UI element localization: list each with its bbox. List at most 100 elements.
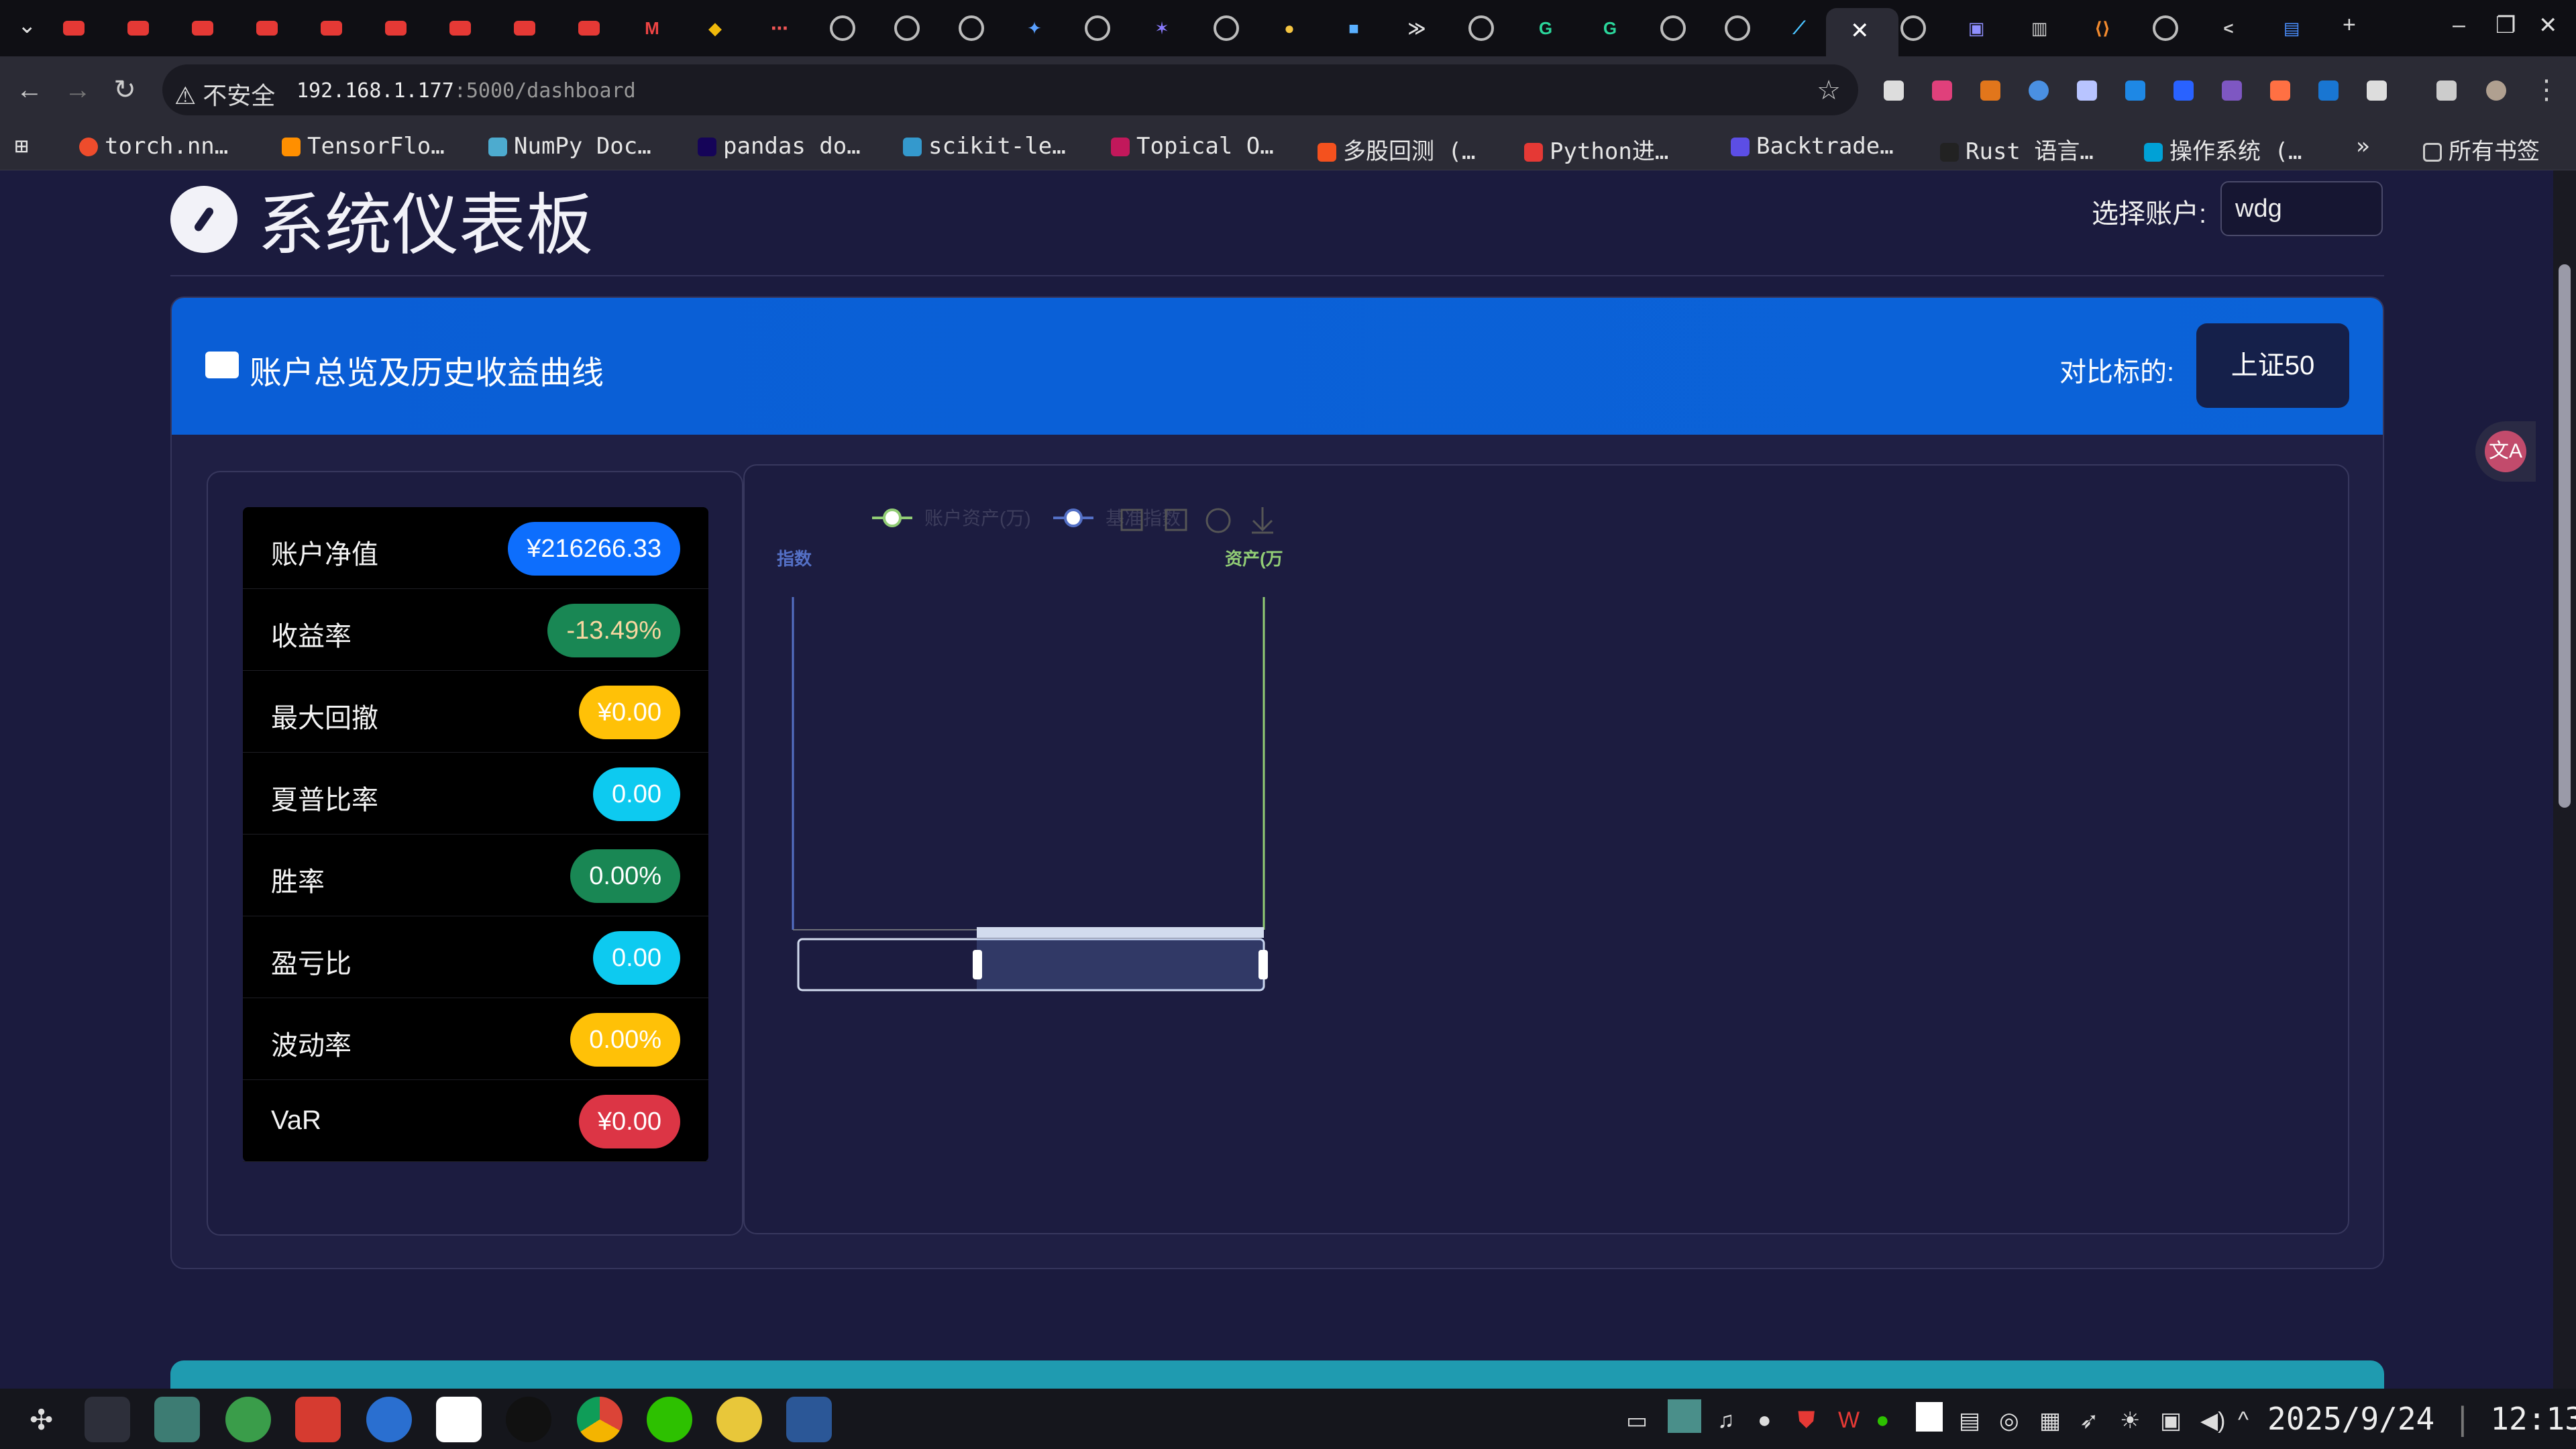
scrollbar-thumb[interactable] [2559,264,2571,808]
legend-label-benchmark[interactable]: 基准指数 [1106,508,1181,529]
grid-tray-icon[interactable]: ▦ [2039,1407,2061,1434]
tab-grammarly-icon[interactable]: G [1595,13,1625,43]
tab-share-icon[interactable]: < [2214,13,2243,43]
files-app-icon[interactable] [154,1397,200,1442]
browser-menu-icon[interactable]: ⋮ [2529,72,2564,107]
tab-binance-icon[interactable]: ◆ [700,13,730,43]
extension-icon[interactable] [2125,80,2145,101]
wechat-app-icon[interactable] [647,1397,692,1442]
tab-site-icon[interactable]: ⟨⟩ [2088,13,2117,43]
legend-marker-account[interactable] [883,508,902,527]
address-bar[interactable]: ⚠ 不安全 192.168.1.177:5000/dashboard ☆ [162,64,1858,115]
tab-youtube-icon[interactable] [381,13,411,43]
reload-icon[interactable]: ↻ [107,72,142,107]
qq-tray-icon[interactable]: ● [1758,1407,1772,1434]
media-control-icon[interactable] [2436,80,2457,101]
restore-icon[interactable]: ❐ [2496,12,2516,39]
bookmark-item[interactable]: NumPy Doc… [488,133,651,160]
window-preview-icon[interactable] [1668,1399,1701,1433]
launcher-icon[interactable]: ✣ [30,1403,53,1436]
back-icon[interactable]: ← [12,72,47,107]
bookmark-item[interactable]: Rust 语言… [1940,133,2094,166]
datazoom-window[interactable] [977,939,1264,990]
page-scrollbar[interactable] [2553,170,2576,1389]
tab-grammarly-icon[interactable]: G [1531,13,1560,43]
stock-app-icon[interactable] [295,1397,341,1442]
bookmark-item[interactable]: Topical O… [1111,133,1274,160]
bookmark-item[interactable]: Python进… [1524,133,1668,166]
metamask-icon[interactable] [1980,80,2000,101]
bookmark-item[interactable]: pandas do… [698,133,861,160]
tab-youtube-icon[interactable] [252,13,282,43]
extension-icon[interactable] [2029,80,2049,101]
bookmark-item[interactable]: 操作系统 (… [2144,133,2302,166]
bookmark-item[interactable]: torch.nn… [79,133,228,160]
baidu-netdisk-app-icon[interactable] [716,1397,762,1442]
extension-icon[interactable] [2270,80,2290,101]
legend-marker-benchmark[interactable] [1064,508,1083,527]
tab-gemini-icon[interactable]: ✦ [1020,13,1049,43]
input-method-icon[interactable]: ◎ [1999,1407,2019,1434]
tab-site-icon[interactable] [1466,13,1496,43]
save-image-icon[interactable] [1252,507,1273,534]
apps-grid-icon[interactable]: ⊞ [15,133,28,160]
download-icon[interactable] [2318,80,2339,101]
tab-youtube-icon[interactable] [510,13,539,43]
network-icon[interactable]: ▣ [2160,1407,2182,1434]
tab-site-icon[interactable] [1212,13,1241,43]
tab-site-icon[interactable] [1083,13,1112,43]
qq-app-icon[interactable] [506,1397,551,1442]
extension-icon[interactable] [2222,80,2242,101]
bookmark-item[interactable]: Backtrade… [1731,133,1894,160]
datazoom-end-handle[interactable] [1258,950,1268,979]
close-window-icon[interactable]: ✕ [2538,12,2558,39]
tab-github-icon[interactable] [2151,13,2180,43]
tab-translate-icon[interactable]: ▤ [2277,13,2306,43]
desktop-icon[interactable]: ▭ [1626,1407,1648,1434]
tab-link-icon[interactable]: ⋯ [765,13,794,43]
forward-icon[interactable]: → [60,72,95,107]
extension-icon[interactable] [2077,80,2097,101]
bookmark-star-icon[interactable]: ☆ [1817,75,1841,106]
translate-widget[interactable]: 文A [2475,421,2536,482]
wps-tray-icon[interactable]: W [1838,1407,1860,1434]
tab-youtube-icon[interactable] [317,13,346,43]
volume-icon[interactable]: ◀) [2200,1407,2225,1434]
wechat-tray-icon[interactable]: ● [1876,1407,1890,1434]
url-text[interactable]: 192.168.1.177:5000/dashboard [297,79,636,103]
datazoom-start-handle[interactable] [973,950,982,979]
extension-icon[interactable] [2174,80,2194,101]
profile-avatar[interactable] [2486,80,2506,101]
tab-site-icon[interactable]: ▣ [1962,13,1991,43]
chrome-app-icon[interactable] [577,1397,623,1442]
terminal-app-icon[interactable] [85,1397,130,1442]
bookmarks-overflow-icon[interactable]: » [2356,133,2369,160]
tab-youtube-icon[interactable] [123,13,153,43]
tab-openai-icon[interactable] [828,13,857,43]
tab-site-icon[interactable]: ● [1275,13,1304,43]
brightness-icon[interactable]: ☀ [2120,1407,2140,1434]
download-app-icon[interactable] [225,1397,271,1442]
rocket-tray-icon[interactable]: ➶ [2080,1407,2099,1434]
tab-youtube-icon[interactable] [445,13,475,43]
tray-expand-icon[interactable]: ^ [2238,1407,2249,1434]
security-tray-icon[interactable]: ⛊ [1798,1407,1815,1434]
translate-icon[interactable]: 文A [2485,431,2526,472]
legend-label-account[interactable]: 账户资产(万) [924,508,1031,529]
tab-terminal-icon[interactable]: ≫ [1402,13,1432,43]
word-app-icon[interactable] [786,1397,832,1442]
tab-gmail-icon[interactable]: M [637,13,667,43]
tab-youtube-icon[interactable] [188,13,217,43]
security-warning[interactable]: ⚠ 不安全 [174,76,275,111]
bookmark-item[interactable]: 多股回测 (… [1318,133,1475,166]
datazoom-move-handle[interactable] [977,927,1264,938]
extension-icon[interactable] [1932,80,1952,101]
notification-icon[interactable]: ♫ [1717,1407,1735,1434]
account-select-input[interactable] [2220,181,2383,236]
new-tab-icon[interactable]: + [2343,12,2356,38]
tab-flutter-icon[interactable]: ⟋ [1784,13,1814,43]
tab-site-icon[interactable] [892,13,922,43]
tab-site-icon[interactable]: ✶ [1147,13,1177,43]
tab-github-icon[interactable] [1898,13,1928,43]
close-tab-icon[interactable]: ✕ [1850,17,1870,44]
